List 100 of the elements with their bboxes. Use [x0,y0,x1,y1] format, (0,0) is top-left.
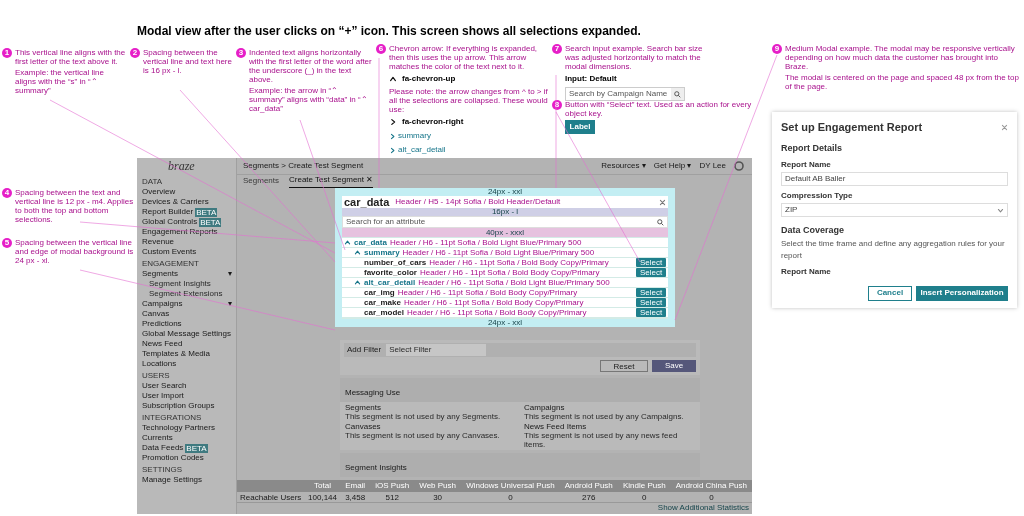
spec-label: Header / H6 - 11pt Sofia / Bold Light Blue/Primary 500 [389,237,582,249]
select-button[interactable]: Select [636,288,666,297]
attribute-label[interactable]: favorite_color [364,266,417,279]
tab[interactable]: Segments [243,175,280,188]
sidebar-item[interactable]: Global Message Settings [142,328,231,340]
attribute-label[interactable]: number_of_cars [364,256,427,269]
search-icon[interactable] [657,218,664,226]
cancel-button[interactable]: Cancel [868,285,912,301]
attribute-label[interactable]: summary [364,246,400,259]
sidebar-item[interactable]: User Import [142,390,184,402]
top-nav-link[interactable]: Resources ▾ [601,160,646,172]
sidebar-item[interactable]: Locations [142,358,177,370]
search-placeholder: Search for an attribute [346,216,427,228]
sidebar-item[interactable]: Overview [142,186,176,198]
attribute-label[interactable]: car_data [354,236,387,249]
breadcrumb: Segments > Create Test Segment [243,160,364,172]
column-header: Windows Universal Push [461,480,560,492]
chevron-up-icon[interactable] [354,279,361,286]
annotation-text: The modal is centered on the page and spaced 48 px from the top of the page. [785,73,1020,91]
attribute-label[interactable]: car_img [364,286,395,299]
sidebar-heading: DATA [142,177,164,187]
step-badge: 7 [552,44,562,54]
step-badge: 1 [2,48,12,58]
sidebar-heading: SETTINGS [142,465,183,475]
select-field[interactable]: ZIP [781,203,1008,217]
reset-button[interactable]: Reset [600,360,648,372]
cell-title: Segments [345,403,383,412]
step-badge: 2 [130,48,140,58]
column-header: Android China Push [670,480,752,492]
sidebar-item[interactable]: Manage Settings [142,474,203,486]
column-header: Email [340,480,371,492]
column-header: Web Push [414,480,462,492]
text-field[interactable]: Default AB Baller [781,172,1008,186]
sidebar-item[interactable]: Templates & Media [142,348,211,360]
spacing-label: 16px - l [342,208,668,216]
row-label: Reachable Users [237,492,305,503]
sidebar-item[interactable]: Global Controls [142,216,198,228]
annotation-text: This vertical line aligns with the first letter of the text above it. [15,48,127,66]
sidebar-subitem[interactable]: Segment Extensions [149,288,223,300]
section-description: Select the time frame and define any aggregation rules for your report [781,237,1006,262]
sidebar-item[interactable]: Segments [142,268,179,280]
beta-badge: BETA [199,217,222,227]
search-field[interactable]: Search by Campaign Name [565,87,685,101]
sidebar-item[interactable]: News Feed [142,338,183,350]
select-button[interactable]: Select [636,268,666,277]
close-icon[interactable] [1001,123,1008,131]
section-title: Report Details [781,141,843,155]
select-button[interactable]: Select [636,258,666,267]
spec-label: Header / H6 - 11pt Sofia / Bold Light Blue/Primary 500 [418,277,610,289]
sidebar-item[interactable]: Campaigns [142,298,183,310]
sidebar-item[interactable]: Canvas [142,308,170,320]
sidebar-item[interactable]: Custom Events [142,246,197,258]
step-badge: 5 [2,238,12,248]
sidebar-item[interactable]: Technology Partners [142,422,215,434]
attribute-label[interactable]: car_make [364,296,401,309]
sidebar-item[interactable]: Data Feeds [142,442,184,454]
cell-title: Campaigns [524,403,566,412]
annotation-text: Search input example. Search bar size was adjusted horizontally to match the modal dimensions. [565,44,704,71]
search-field[interactable]: Search for an attribute [342,216,668,228]
insert-personalization-button[interactable]: Insert Personalization [916,285,1008,301]
sidebar-item[interactable]: Devices & Carriers [142,196,209,208]
select-filter-dropdown[interactable]: Select Filter [386,344,487,356]
sidebar-item[interactable]: Subscription Groups [142,400,215,412]
label-button[interactable]: Label [565,120,595,134]
spec-label: Header / H5 - 14pt Sofia / Bold Header/Default [395,196,561,208]
search-icon[interactable] [674,90,681,98]
beta-badge: BETA [185,443,208,453]
sidebar-subitem[interactable]: Segment Insights [149,278,211,290]
sidebar-item[interactable]: Predictions [142,318,182,330]
spacing-label: 24px - xxl [486,188,524,196]
cell-text: This segment is not used by any Campaigns. [524,412,685,421]
select-button[interactable]: Select [636,298,666,307]
chevron-up-icon[interactable] [344,239,351,246]
column-header: Android Push [559,480,618,492]
attribute-label[interactable]: alt_car_detail [364,276,416,289]
select-button[interactable]: Select [636,308,666,317]
avatar-icon[interactable] [734,161,744,171]
save-button[interactable]: Save [652,360,696,372]
chevron-up-icon[interactable] [354,249,361,256]
attribute-link[interactable]: alt_car_detail [398,144,446,156]
top-nav-link[interactable]: Get Help ▾ [653,160,692,172]
annotation-text: Please note: the arrow changes from ^ to > if all the selections are collapsed. These would use: [389,87,548,114]
sidebar-item[interactable]: Currents [142,432,173,444]
field-value: Default AB Baller [785,173,847,185]
sidebar-item[interactable]: Promotion Codes [142,452,204,464]
sidebar-item[interactable]: Report Builder [142,206,194,218]
column-header: Kindle Push [617,480,671,492]
spec-label: Header / H6 - 11pt Sofia / Bold Body Copy/Primary [403,297,584,309]
sidebar-item[interactable]: User Search [142,380,187,392]
close-icon[interactable] [659,198,666,206]
field-value: ZIP [785,204,799,216]
sidebar-item[interactable]: Engagement Reports [142,226,218,238]
attribute-link[interactable]: summary [398,130,431,142]
card-title: Messaging Use [345,388,401,397]
sidebar-item[interactable]: Revenue [142,236,175,248]
attribute-label[interactable]: car_model [364,306,405,319]
step-badge: 4 [2,188,12,198]
step-badge: 3 [236,48,246,58]
link[interactable]: Show Additional Statistics [657,502,749,514]
annotation-text: Spacing between the vertical line and edge of modal background is 24 px - xl. [15,238,135,265]
